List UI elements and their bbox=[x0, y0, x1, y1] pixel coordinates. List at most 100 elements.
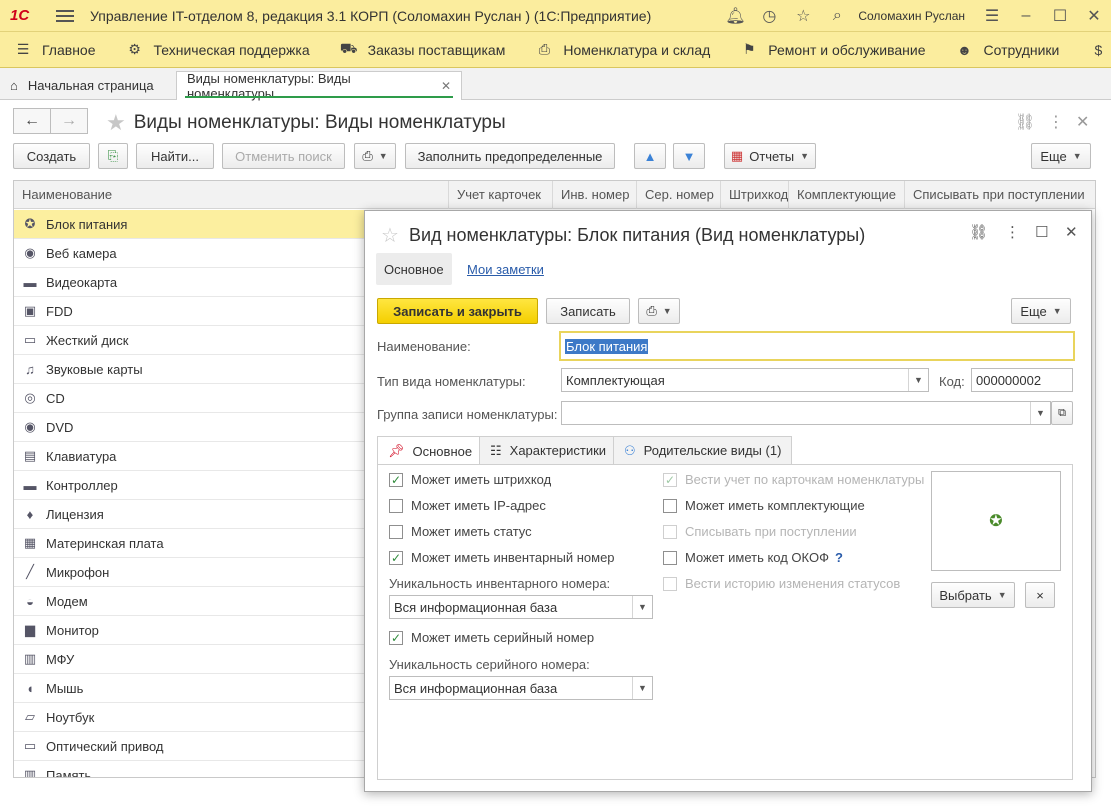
table-row[interactable]: ╱ Микрофон bbox=[14, 558, 366, 587]
table-row[interactable]: ♫ Звуковые карты bbox=[14, 355, 366, 384]
close-icon[interactable]: ✕ bbox=[1076, 112, 1089, 132]
checkbox-box[interactable] bbox=[389, 524, 403, 539]
copy-icon[interactable]: ⎘ bbox=[98, 143, 128, 169]
maximize-icon[interactable]: ☐ bbox=[1043, 0, 1077, 32]
tab-parent-types[interactable]: ⚇ Родительские виды (1) bbox=[613, 436, 793, 464]
checkbox-box[interactable] bbox=[663, 498, 677, 513]
col-components[interactable]: Комплектующие bbox=[789, 181, 905, 209]
checkbox-box[interactable]: ✓ bbox=[389, 550, 403, 565]
link-icon[interactable]: ⛓ bbox=[969, 223, 988, 241]
move-up-icon[interactable]: ▲ bbox=[634, 143, 666, 169]
type-select[interactable]: Комплектующая ▼ bbox=[561, 368, 929, 392]
star-icon[interactable]: ☆ bbox=[381, 223, 399, 248]
chevron-down-icon[interactable]: ▼ bbox=[632, 596, 652, 618]
create-button[interactable]: Создать bbox=[13, 143, 90, 169]
cancel-search-button[interactable]: Отменить поиск bbox=[222, 143, 345, 169]
group-select[interactable]: ▼ bbox=[561, 401, 1051, 425]
help-icon[interactable]: ? bbox=[835, 550, 843, 565]
maximize-icon[interactable]: ☐ bbox=[1035, 223, 1048, 241]
table-row[interactable]: ▬ Контроллер bbox=[14, 471, 366, 500]
forward-button[interactable]: → bbox=[50, 108, 88, 134]
section-main[interactable]: ☰ Главное bbox=[0, 41, 112, 59]
chevron-down-icon[interactable]: ▼ bbox=[908, 369, 928, 391]
section-repair[interactable]: ⚑ Ремонт и обслуживание bbox=[726, 41, 941, 59]
fill-predefined-button[interactable]: Заполнить предопределенные bbox=[405, 143, 615, 169]
checkbox-box[interactable] bbox=[663, 550, 677, 565]
chevron-down-icon[interactable]: ▼ bbox=[632, 677, 652, 699]
minimize-icon[interactable]: – bbox=[1009, 0, 1043, 32]
col-serial-number[interactable]: Сер. номер bbox=[637, 181, 721, 209]
picture-preview[interactable]: ✪ bbox=[931, 471, 1061, 571]
tab-home[interactable]: ⌂ Начальная страница bbox=[0, 71, 176, 100]
table-row[interactable]: ◉ Веб камера bbox=[14, 239, 366, 268]
tab-characteristics[interactable]: ☷ Характеристики bbox=[479, 436, 618, 464]
more-button[interactable]: Еще ▼ bbox=[1011, 298, 1071, 324]
checkbox-box[interactable]: ✓ bbox=[389, 630, 403, 645]
inv-unique-select[interactable]: Вся информационная база ▼ bbox=[389, 595, 653, 619]
close-icon[interactable]: ✕ bbox=[1065, 223, 1078, 241]
history-icon[interactable]: ◷ bbox=[752, 0, 786, 32]
col-inv-number[interactable]: Инв. номер bbox=[553, 181, 637, 209]
table-row[interactable]: ◉ DVD bbox=[14, 413, 366, 442]
table-row[interactable]: ▥ МФУ bbox=[14, 645, 366, 674]
user-name[interactable]: Соломахин Руслан bbox=[858, 9, 965, 23]
nav-main[interactable]: Основное bbox=[376, 253, 452, 285]
search-icon[interactable]: ⌕ bbox=[820, 0, 854, 32]
choose-button[interactable]: Выбрать ▼ bbox=[931, 582, 1015, 608]
more-button[interactable]: Еще ▼ bbox=[1031, 143, 1091, 169]
back-button[interactable]: ← bbox=[13, 108, 51, 134]
save-button[interactable]: Записать bbox=[546, 298, 630, 324]
tab-nomenclature-types[interactable]: Виды номенклатуры: Виды номенклатуры ✕ bbox=[176, 71, 462, 101]
col-name[interactable]: Наименование bbox=[14, 181, 449, 209]
name-field[interactable]: Блок питания bbox=[559, 331, 1075, 361]
clear-picture-button[interactable]: × bbox=[1025, 582, 1055, 608]
link-icon[interactable]: ⛓ bbox=[1015, 112, 1035, 132]
option-checkbox[interactable]: Может иметь код ОКОФ? bbox=[663, 550, 843, 565]
table-row[interactable]: ◒ Модем bbox=[14, 587, 366, 616]
section-support[interactable]: ⚙ Техническая поддержка bbox=[112, 41, 326, 59]
option-checkbox[interactable]: ✓ Может иметь инвентарный номер bbox=[389, 550, 615, 565]
table-row[interactable]: ▆ Монитор bbox=[14, 616, 366, 645]
close-icon[interactable]: ✕ bbox=[441, 79, 451, 93]
chevron-down-icon[interactable]: ▼ bbox=[1030, 402, 1050, 424]
option-checkbox[interactable]: Может иметь IP-адрес bbox=[389, 498, 546, 513]
table-row[interactable]: ▤ Клавиатура bbox=[14, 442, 366, 471]
save-and-close-button[interactable]: Записать и закрыть bbox=[377, 298, 538, 324]
col-cards[interactable]: Учет карточек bbox=[449, 181, 553, 209]
settings-icon[interactable]: ☰ bbox=[975, 0, 1009, 32]
main-menu-icon[interactable] bbox=[56, 9, 74, 22]
section-employees[interactable]: ☻ Сотрудники bbox=[942, 41, 1076, 59]
tab-main[interactable]: 📌︎ Основное bbox=[377, 436, 484, 465]
star-icon[interactable]: ★ bbox=[106, 110, 126, 136]
table-row[interactable]: ▥ Память bbox=[14, 761, 366, 777]
table-row[interactable]: ▬ Видеокарта bbox=[14, 268, 366, 297]
section-supplier-orders[interactable]: ⛟ Заказы поставщикам bbox=[326, 40, 522, 59]
checkbox-box[interactable] bbox=[389, 498, 403, 513]
table-row[interactable]: ▱ Ноутбук bbox=[14, 703, 366, 732]
table-row[interactable]: ♦ Лицензия bbox=[14, 500, 366, 529]
table-row[interactable]: ▣ FDD bbox=[14, 297, 366, 326]
nav-my-notes[interactable]: Мои заметки bbox=[467, 253, 544, 285]
col-barcode[interactable]: Штрихкод bbox=[721, 181, 789, 209]
option-checkbox[interactable]: ✓ Может иметь штрихкод bbox=[389, 472, 551, 487]
open-icon[interactable]: ⧉ bbox=[1051, 401, 1073, 425]
find-button[interactable]: Найти... bbox=[136, 143, 214, 169]
col-writeoff[interactable]: Списывать при поступлении bbox=[905, 181, 1095, 209]
print-dropdown-button[interactable]: ⎙ ▼ bbox=[638, 298, 680, 324]
option-checkbox[interactable]: Может иметь статус bbox=[389, 524, 532, 539]
table-row[interactable]: ▦ Материнская плата bbox=[14, 529, 366, 558]
code-field[interactable]: 000000002 bbox=[971, 368, 1073, 392]
star-icon[interactable]: ☆ bbox=[786, 0, 820, 32]
table-row[interactable]: ◎ CD bbox=[14, 384, 366, 413]
more-icon[interactable]: ⋮ bbox=[1005, 223, 1020, 241]
table-row[interactable]: ◖ Мышь bbox=[14, 674, 366, 703]
close-icon[interactable]: ✕ bbox=[1077, 0, 1111, 32]
option-checkbox[interactable]: Может иметь комплектующие bbox=[663, 498, 865, 513]
serial-number-checkbox[interactable]: ✓ Может иметь серийный номер bbox=[389, 630, 594, 645]
serial-unique-select[interactable]: Вся информационная база ▼ bbox=[389, 676, 653, 700]
move-down-icon[interactable]: ▼ bbox=[673, 143, 705, 169]
reports-button[interactable]: ▦ Отчеты ▼ bbox=[724, 143, 816, 169]
table-row[interactable]: ▭ Оптический привод bbox=[14, 732, 366, 761]
section-nomenclature[interactable]: ⎙ Номенклатура и склад bbox=[521, 41, 726, 59]
bell-icon[interactable]: 🔔︎ bbox=[718, 0, 752, 32]
